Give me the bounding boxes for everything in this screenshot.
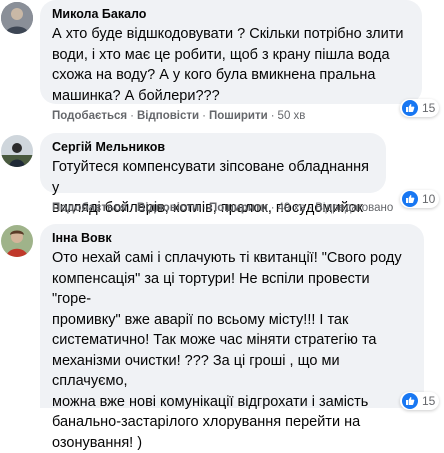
comment-author[interactable]: Інна Вовк	[52, 230, 412, 246]
comment-author[interactable]: Микола Бакало	[52, 6, 410, 22]
reactions-count: 10	[422, 192, 436, 206]
edited-label[interactable]: Відредаговано	[315, 202, 393, 214]
avatar-image	[1, 225, 33, 257]
like-button[interactable]: Подобається	[52, 110, 127, 122]
comment-text: А хто буде відшкодовувати ? Скільки потр…	[52, 26, 404, 104]
comment-bubble: Інна Вовк Ото нехай самі і сплачують ті …	[40, 224, 424, 451]
reactions-count: 15	[422, 394, 436, 408]
reactions-badge[interactable]: 15	[400, 392, 440, 410]
avatar[interactable]	[1, 225, 33, 257]
comment-actions: Подобається · Відповісти · Поширити · 50 хв	[52, 110, 306, 122]
comment-timestamp[interactable]: 49 хв	[278, 202, 306, 214]
reply-button[interactable]: Відповісти	[137, 110, 199, 122]
reactions-badge[interactable]: 15	[400, 99, 440, 117]
avatar[interactable]	[1, 135, 33, 167]
avatar-image	[1, 135, 33, 167]
reactions-badge[interactable]: 10	[400, 190, 440, 208]
comment-bubble: Сергій Мельников Готуйтеся компенсувати …	[40, 133, 386, 216]
reply-button[interactable]: Відповісти	[137, 202, 199, 214]
like-button[interactable]: Подобається	[52, 202, 127, 214]
reactions-count: 15	[422, 101, 436, 115]
like-icon	[402, 100, 418, 116]
comment-actions: Подобається · Відповісти · Поширити · 49 хв · Ві…	[52, 202, 394, 214]
avatar-image	[1, 2, 33, 34]
like-icon	[402, 191, 418, 207]
comment-text: Ото нехай самі і сплачують ті квитанції!…	[52, 250, 402, 451]
share-button[interactable]: Поширити	[209, 110, 268, 122]
comment-timestamp[interactable]: 50 хв	[278, 110, 306, 122]
comment-bubble: Микола Бакало А хто буде відшкодовувати …	[40, 0, 422, 104]
avatar[interactable]	[1, 2, 33, 34]
like-icon	[402, 393, 418, 409]
comment-author[interactable]: Сергій Мельников	[52, 139, 374, 155]
share-button[interactable]: Поширити	[209, 202, 268, 214]
